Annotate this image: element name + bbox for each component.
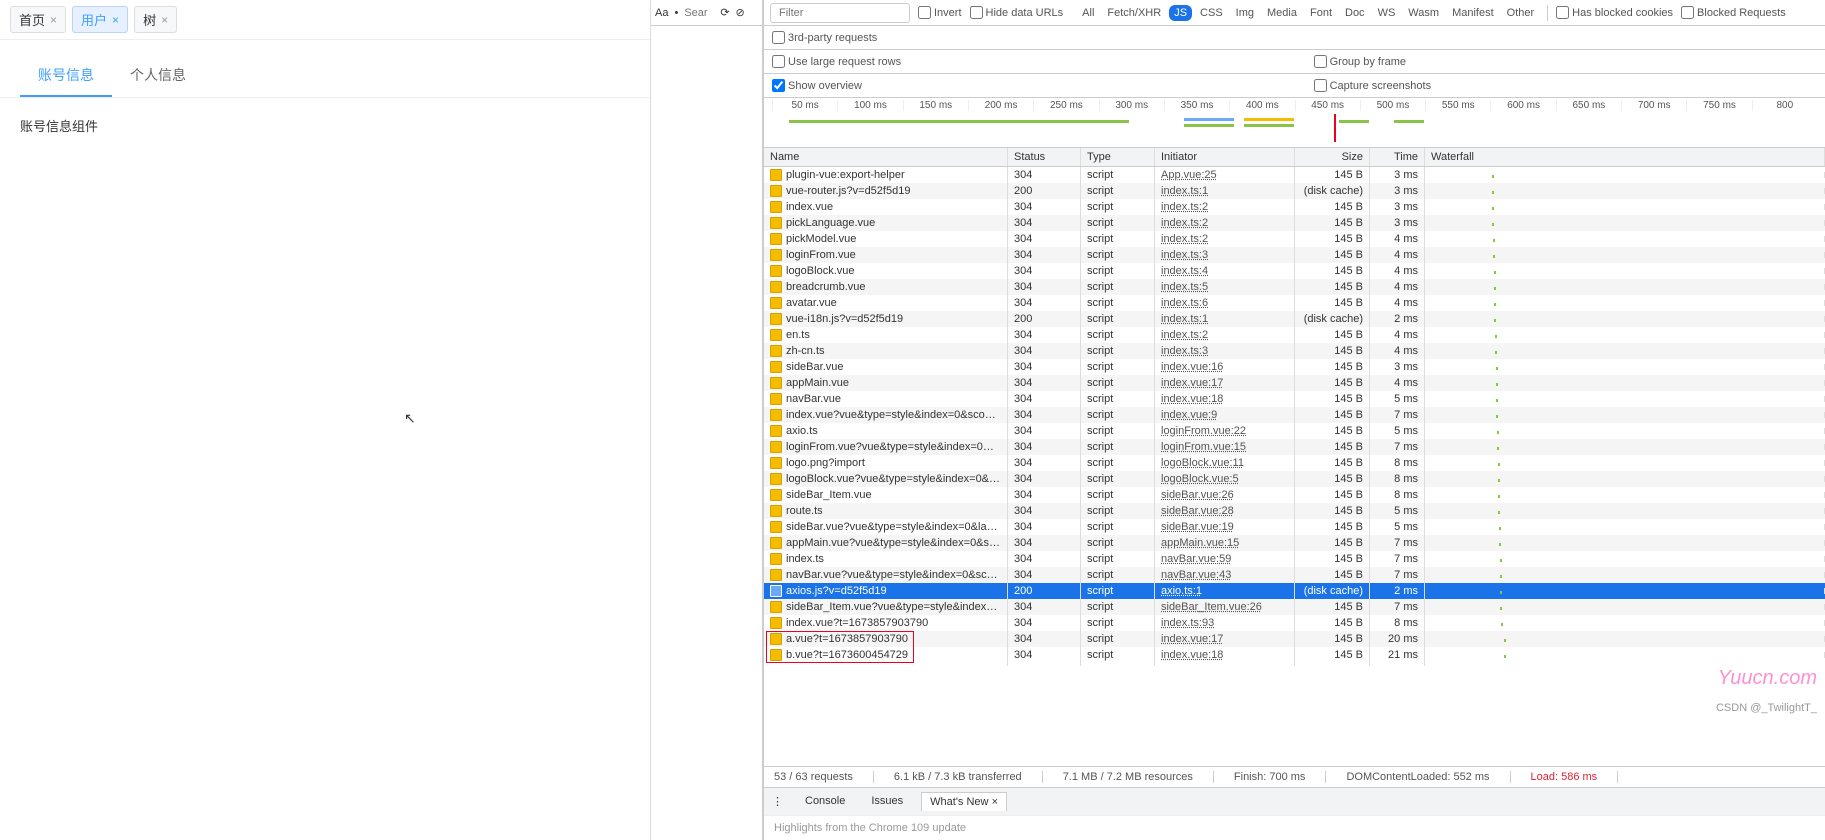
page-tabs: 首页×用户×树× (0, 0, 650, 40)
drawer-tabs: ⋮ Console Issues What's New × (764, 787, 1825, 815)
capture-screenshots-checkbox[interactable]: Capture screenshots (1314, 79, 1432, 92)
content-tabs: 账号信息个人信息 (0, 40, 650, 98)
close-icon[interactable]: × (992, 796, 998, 808)
col-initiator[interactable]: Initiator (1155, 148, 1295, 166)
content-tab[interactable]: 账号信息 (20, 55, 112, 97)
type-filter-doc[interactable]: Doc (1340, 5, 1370, 21)
third-party-checkbox[interactable]: 3rd-party requests (772, 31, 877, 44)
network-toolbar-4: Show overview Capture screenshots (764, 74, 1825, 98)
close-icon[interactable]: × (161, 13, 168, 27)
network-toolbar-3: Use large request rows Group by frame (764, 50, 1825, 74)
cursor-icon: ↖ (404, 410, 416, 427)
timeline-ticks: 50 ms100 ms150 ms200 ms250 ms300 ms350 m… (772, 100, 1817, 111)
status-dom: DOMContentLoaded: 552 ms (1346, 771, 1510, 783)
blocked-cookies-checkbox[interactable]: Has blocked cookies (1556, 6, 1673, 19)
network-toolbar: Invert Hide data URLs AllFetch/XHRJSCSSI… (764, 0, 1825, 26)
timeline-overview[interactable]: 50 ms100 ms150 ms200 ms250 ms300 ms350 m… (764, 98, 1825, 148)
group-frame-checkbox[interactable]: Group by frame (1314, 55, 1406, 68)
close-icon[interactable]: × (112, 13, 119, 27)
type-filter-css[interactable]: CSS (1195, 5, 1228, 21)
col-size[interactable]: Size (1295, 148, 1370, 166)
refresh-icon[interactable]: ⟳ (720, 6, 729, 19)
type-filter-manifest[interactable]: Manifest (1447, 5, 1499, 21)
col-name[interactable]: Name (764, 148, 1008, 166)
drawer-tab[interactable]: What's New × (921, 792, 1007, 811)
file-icon (770, 649, 782, 661)
app-panel: 首页×用户×树× 账号信息个人信息 账号信息组件 ↖ (0, 0, 651, 840)
watermark-author: CSDN @_TwilightT_ (1716, 702, 1817, 714)
status-requests: 53 / 63 requests (774, 771, 874, 783)
drawer-content: Highlights from the Chrome 109 update (764, 815, 1825, 840)
watermark: Yuucn.com (1718, 667, 1817, 690)
table-row[interactable]: b.vue?t=1673600454729304scriptindex.vue:… (764, 647, 1825, 663)
network-rows: plugin-vue:export-helper304scriptApp.vue… (764, 167, 1825, 766)
content-tab[interactable]: 个人信息 (112, 55, 204, 97)
drawer-tab[interactable]: Issues (863, 792, 911, 811)
page-tab[interactable]: 用户× (72, 6, 128, 33)
text-size-icon[interactable]: Aa (655, 7, 668, 19)
type-filter-wasm[interactable]: Wasm (1403, 5, 1444, 21)
drawer-tab[interactable]: Console (797, 792, 853, 811)
type-filter-font[interactable]: Font (1305, 5, 1337, 21)
type-filter-media[interactable]: Media (1262, 5, 1302, 21)
close-icon[interactable]: × (50, 13, 57, 27)
type-filter-ws[interactable]: WS (1373, 5, 1401, 21)
devtools-network: Invert Hide data URLs AllFetch/XHRJSCSSI… (763, 0, 1825, 840)
type-filter-img[interactable]: Img (1231, 5, 1259, 21)
col-waterfall[interactable]: Waterfall (1425, 148, 1825, 166)
status-resources: 7.1 MB / 7.2 MB resources (1063, 771, 1214, 783)
type-filter-other[interactable]: Other (1502, 5, 1540, 21)
hide-data-urls-checkbox[interactable]: Hide data URLs (970, 6, 1064, 19)
drawer-menu-icon[interactable]: ⋮ (772, 795, 783, 808)
content-body: 账号信息组件 (0, 98, 650, 153)
col-status[interactable]: Status (1008, 148, 1081, 166)
status-finish: Finish: 700 ms (1234, 771, 1327, 783)
large-rows-checkbox[interactable]: Use large request rows (772, 55, 901, 68)
invert-checkbox[interactable]: Invert (918, 6, 962, 19)
filter-box[interactable] (770, 3, 910, 23)
status-load: Load: 586 ms (1531, 771, 1619, 783)
search-input[interactable] (684, 7, 714, 19)
network-table-header: Name Status Type Initiator Size Time Wat… (764, 148, 1825, 167)
filter-input[interactable] (775, 5, 905, 21)
type-filter-fetch/xhr[interactable]: Fetch/XHR (1102, 5, 1166, 21)
page-tab[interactable]: 树× (134, 6, 177, 33)
dot-icon: • (674, 7, 678, 19)
resource-type-filter: AllFetch/XHRJSCSSImgMediaFontDocWSWasmMa… (1077, 5, 1539, 21)
col-type[interactable]: Type (1081, 148, 1155, 166)
clear-icon[interactable]: ⊘ (736, 6, 745, 19)
show-overview-checkbox[interactable]: Show overview (772, 79, 862, 92)
network-toolbar-2: 3rd-party requests (764, 26, 1825, 50)
type-filter-all[interactable]: All (1077, 5, 1099, 21)
type-filter-js[interactable]: JS (1169, 5, 1192, 21)
blocked-requests-checkbox[interactable]: Blocked Requests (1681, 6, 1786, 19)
status-bar: 53 / 63 requests 6.1 kB / 7.3 kB transfe… (764, 766, 1825, 787)
devtools-left-strip: Aa • ⟳ ⊘ (651, 0, 763, 840)
col-time[interactable]: Time (1370, 148, 1425, 166)
page-tab[interactable]: 首页× (10, 6, 66, 33)
status-transferred: 6.1 kB / 7.3 kB transferred (894, 771, 1043, 783)
